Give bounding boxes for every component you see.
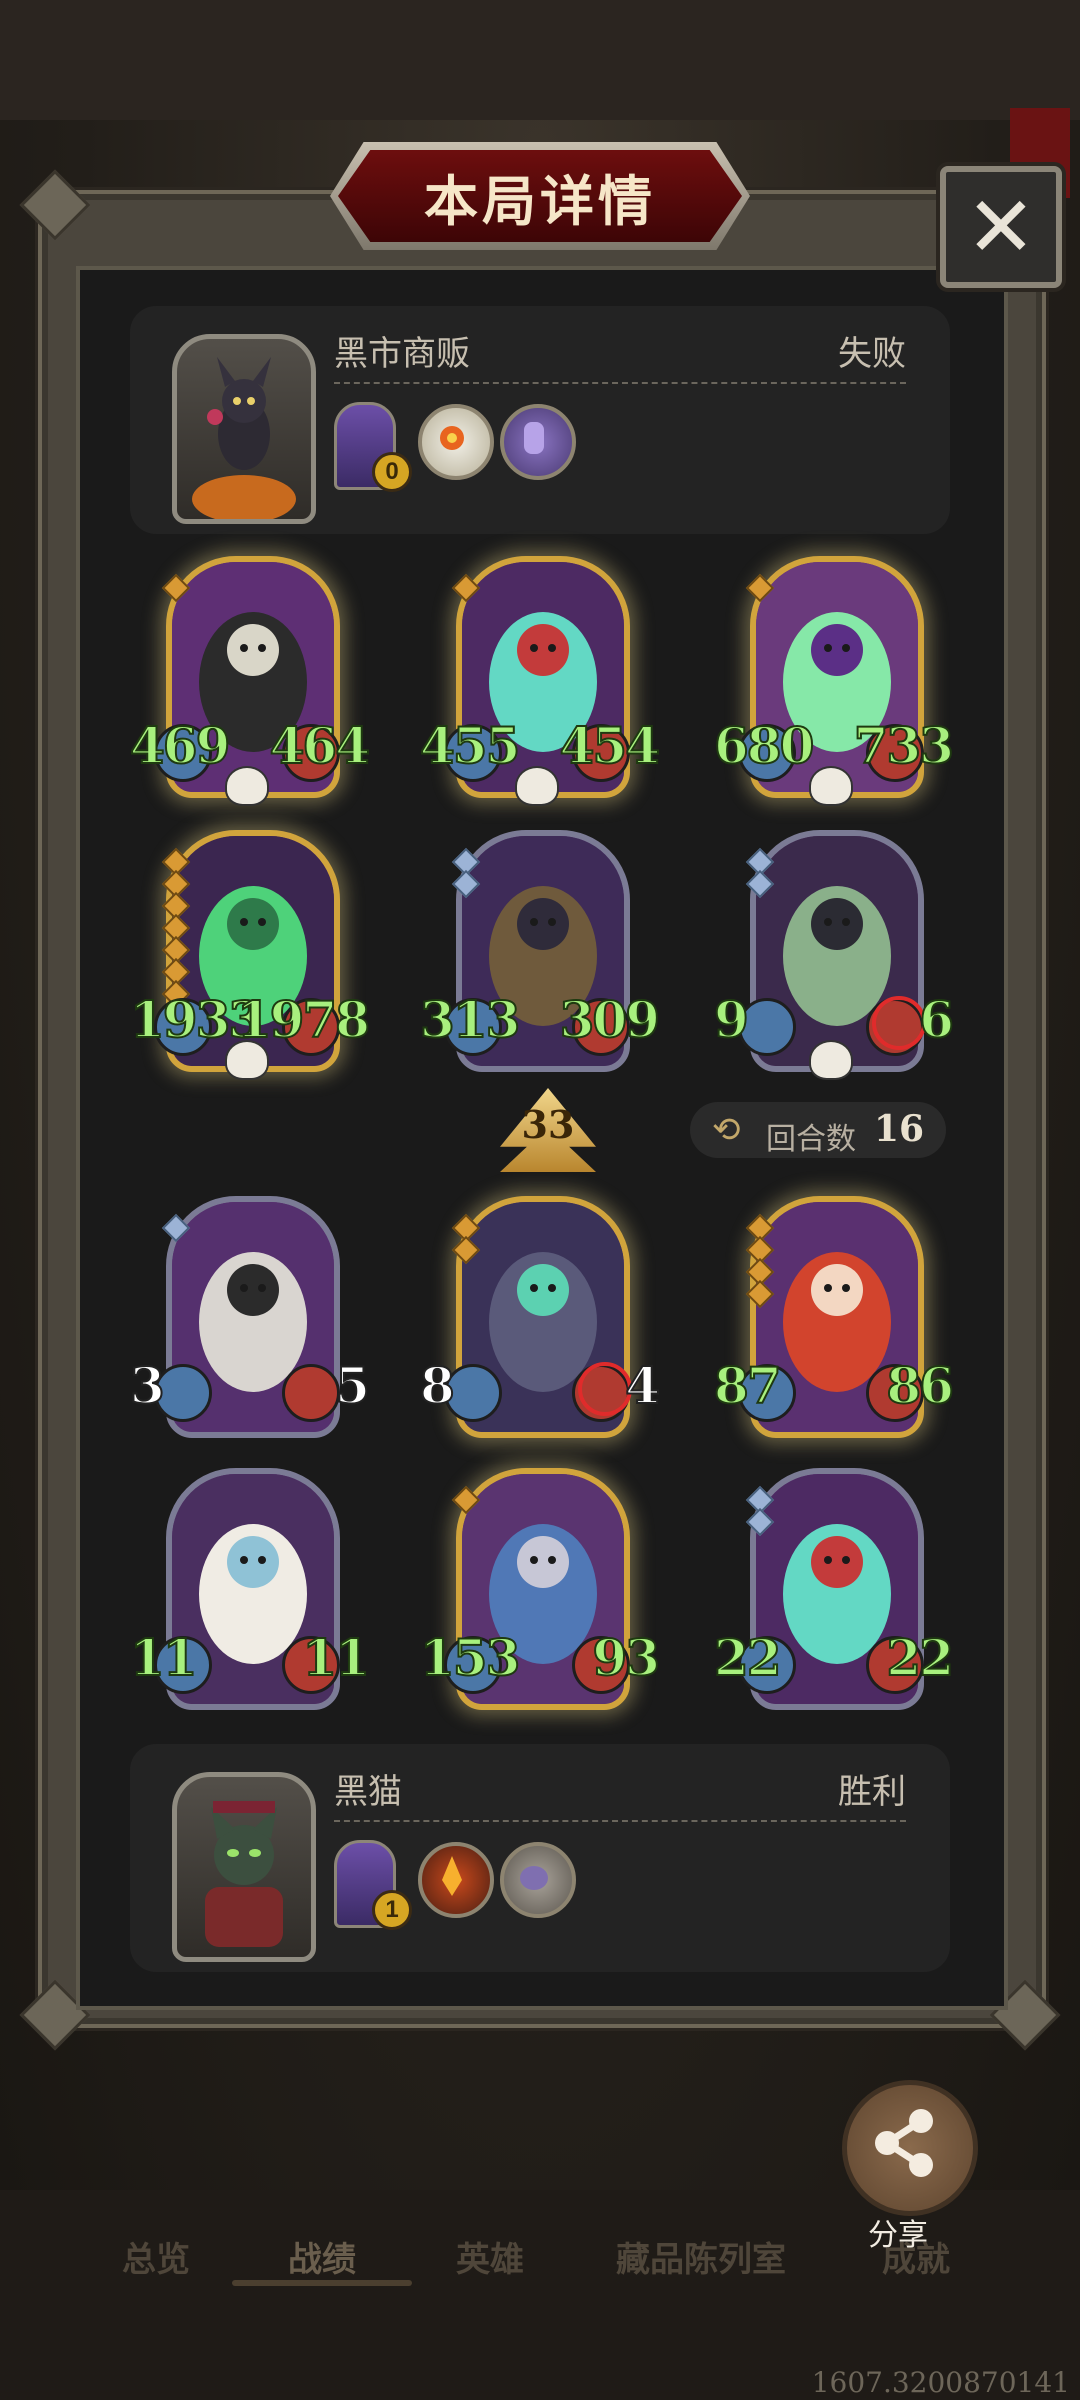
attack-value: 9 (713, 989, 750, 1050)
opponent-card[interactable]: 1933 1978 (129, 830, 371, 1080)
health-value: 22 (885, 1627, 955, 1688)
health-value: 93 (591, 1627, 661, 1688)
health-value: 86 (885, 1355, 955, 1416)
purple-door-art (524, 422, 544, 454)
nav-records[interactable]: 战绩 (288, 2232, 356, 2281)
nav-collection[interactable]: 藏品陈列室 (616, 2232, 786, 2281)
black-cat-icon (205, 1801, 283, 1947)
purple-door-coin-icon[interactable] (500, 404, 576, 480)
version-text: 1607.3200870141 (811, 2366, 1070, 2399)
skull-icon (809, 1040, 853, 1080)
close-icon: ✕ (965, 180, 1037, 274)
title-plaque: 本局详情 (338, 150, 742, 242)
close-button[interactable]: ✕ (940, 166, 1062, 288)
player-portrait[interactable] (172, 1772, 316, 1962)
divider (334, 382, 906, 384)
opponent-card[interactable]: 455 454 (419, 556, 661, 806)
health-value: 309 (559, 989, 661, 1050)
attack-value: 3 (129, 1355, 166, 1416)
player-card[interactable]: 153 93 (419, 1468, 661, 1710)
attack-value: 22 (713, 1627, 783, 1688)
round-value: 16 (874, 1108, 925, 1150)
dragon-coin-icon[interactable] (500, 1842, 576, 1918)
opponent-result: 失败 (838, 334, 906, 374)
player-card[interactable]: 22 22 (713, 1468, 955, 1710)
health-value: 733 (853, 715, 955, 776)
health-value: 6 (918, 989, 955, 1050)
share-label: 分享 (868, 2218, 928, 2253)
player-card[interactable]: 11 11 (129, 1468, 371, 1710)
attack-value: 455 (419, 715, 521, 776)
tavern-level: 33 (521, 1102, 575, 1147)
target-icon (872, 996, 926, 1050)
round-counter: ⟲ 回合数 16 (690, 1102, 946, 1158)
share-button[interactable] (842, 2080, 978, 2216)
round-label: 回合数 (766, 1122, 856, 1157)
health-value: 5 (334, 1355, 371, 1416)
opponent-panel: 黑市商贩 失败 0 (130, 306, 950, 534)
fire-torch-coin-icon[interactable] (418, 1842, 494, 1918)
active-tab-indicator (232, 2280, 412, 2286)
health-value: 4 (624, 1355, 661, 1416)
attack-value: 87 (713, 1355, 783, 1416)
attack-value: 11 (129, 1627, 199, 1688)
sun-flower-coin-icon[interactable] (418, 404, 494, 480)
opponent-card[interactable]: 469 464 (129, 556, 371, 806)
sun-flower-art (440, 426, 464, 450)
page-title: 本局详情 (424, 169, 656, 233)
player-card[interactable]: 87 86 (713, 1196, 955, 1438)
skull-icon (225, 766, 269, 806)
player-card[interactable]: 84 (419, 1196, 661, 1438)
top-banner-bg (0, 0, 1080, 120)
attack-value: 153 (419, 1627, 521, 1688)
fire-torch-art (442, 1856, 462, 1896)
dragon-art (520, 1866, 548, 1890)
health-value: 454 (559, 715, 661, 776)
player-card[interactable]: 35 (129, 1196, 371, 1438)
player-name: 黑猫 (334, 1772, 402, 1812)
skull-icon (515, 766, 559, 806)
player-result: 胜利 (838, 1772, 906, 1812)
skull-icon (809, 766, 853, 806)
opponent-card[interactable]: 313 309 (419, 830, 661, 1072)
nav-heroes[interactable]: 英雄 (456, 2232, 524, 2281)
refresh-icon: ⟲ (712, 1111, 741, 1149)
door-count-badge: 0 (372, 452, 412, 492)
opponent-card[interactable]: 680 733 (713, 556, 955, 806)
attack-value: 8 (419, 1355, 456, 1416)
opponent-portrait[interactable] (172, 334, 316, 524)
attack-value: 469 (129, 715, 231, 776)
health-value: 464 (269, 715, 371, 776)
player-panel: 黑猫 胜利 1 (130, 1744, 950, 1972)
divider (334, 1820, 906, 1822)
skull-icon (225, 1040, 269, 1080)
opponent-card[interactable]: 96 (713, 830, 955, 1080)
nav-overview[interactable]: 总览 (122, 2232, 190, 2281)
opponent-name: 黑市商贩 (334, 334, 470, 374)
health-value: 11 (301, 1627, 371, 1688)
health-orb (282, 1364, 340, 1422)
share-icon (875, 2109, 933, 2177)
attack-value: 680 (713, 715, 815, 776)
black-market-bat-icon (192, 357, 296, 519)
target-icon (578, 1362, 632, 1416)
door-count-badge: 1 (372, 1890, 412, 1930)
attack-value: 313 (419, 989, 521, 1050)
